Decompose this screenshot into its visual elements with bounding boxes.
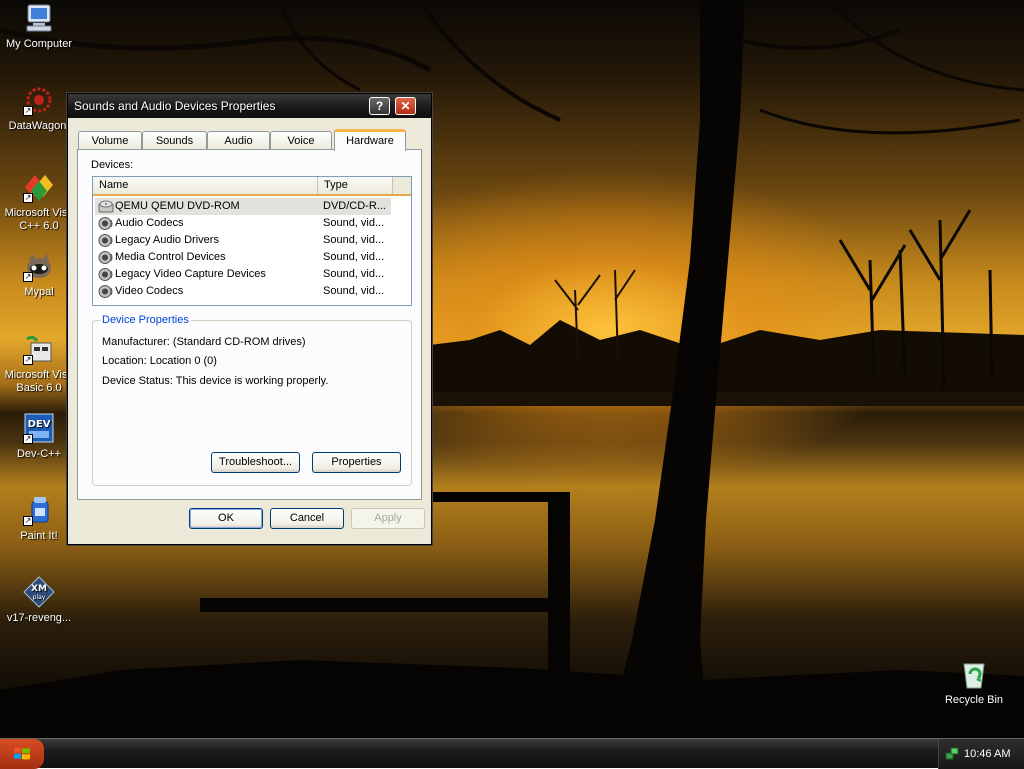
dialog-title: Sounds and Audio Devices Properties: [74, 99, 276, 113]
shortcut-arrow-icon: ↗: [23, 355, 33, 365]
svg-text:play: play: [33, 594, 46, 601]
dialog-title-bar[interactable]: Sounds and Audio Devices Properties ? ✕: [68, 94, 431, 118]
column-header-name[interactable]: Name: [93, 177, 318, 194]
clock[interactable]: 10:46 AM: [964, 739, 1010, 769]
device-status-text: Device Status: This device is working pr…: [102, 375, 329, 387]
svg-text:DEV: DEV: [28, 419, 51, 430]
troubleshoot-button[interactable]: Troubleshoot...: [211, 452, 300, 473]
device-name: Video Codecs: [115, 285, 184, 297]
desktop-icon-my-computer[interactable]: My Computer: [0, 2, 78, 51]
taskbar: 10:46 AM: [0, 738, 1024, 769]
desktop-icon-label: My Computer: [5, 38, 73, 50]
desktop-icon-label: Recycle Bin: [944, 694, 1004, 706]
start-button[interactable]: [0, 739, 44, 769]
desktop-icon-label: DataWagon.: [8, 120, 70, 132]
hardware-tab-panel: Devices: Name Type QEMU QEMU DVD-ROM DVD…: [77, 149, 422, 500]
system-tray: 10:46 AM: [938, 739, 1024, 769]
device-name: Legacy Audio Drivers: [115, 234, 219, 246]
device-name: Media Control Devices: [115, 251, 226, 263]
tab-volume[interactable]: Volume: [78, 131, 142, 150]
properties-button[interactable]: Properties: [312, 452, 401, 473]
svg-text:XM: XM: [31, 584, 47, 594]
devices-list-header: Name Type: [93, 177, 411, 196]
shortcut-arrow-icon: ↗: [23, 272, 33, 282]
speaker-icon: [98, 250, 114, 265]
paint-it-icon: ↗: [23, 494, 55, 526]
device-row-audio-codecs[interactable]: Audio Codecs Sound, vid...: [95, 215, 391, 232]
speaker-icon: [98, 267, 114, 282]
column-header-type[interactable]: Type: [318, 177, 393, 194]
tab-hardware[interactable]: Hardware: [334, 129, 406, 151]
device-row-dvd-rom[interactable]: QEMU QEMU DVD-ROM DVD/CD-R...: [95, 198, 391, 215]
mypal-icon: ↗: [23, 250, 55, 282]
tab-audio[interactable]: Audio: [207, 131, 270, 150]
apply-button[interactable]: Apply: [351, 508, 425, 529]
datawagon-icon: ↗: [23, 84, 55, 116]
shortcut-arrow-icon: ↗: [23, 106, 33, 116]
network-tray-icon[interactable]: [945, 747, 959, 761]
manufacturer-text: Manufacturer: (Standard CD-ROM drives): [102, 336, 306, 348]
dvd-drive-icon: [98, 199, 114, 214]
visual-basic-icon: ↗: [23, 333, 55, 365]
device-name: QEMU QEMU DVD-ROM: [115, 200, 240, 212]
shortcut-arrow-icon: ↗: [23, 193, 33, 203]
my-computer-icon: [23, 2, 55, 34]
recycle-bin-icon: [958, 658, 990, 690]
desktop-icon-label: Dev-C++: [16, 448, 62, 460]
device-properties-title: Device Properties: [100, 314, 191, 326]
desktop-icon-label: v17-reveng...: [6, 612, 72, 624]
device-name: Legacy Video Capture Devices: [115, 268, 266, 280]
dev-cpp-icon: DEV ↗: [23, 412, 55, 444]
shortcut-arrow-icon: ↗: [23, 434, 33, 444]
speaker-icon: [98, 216, 114, 231]
device-type: Sound, vid...: [323, 268, 385, 280]
cancel-button[interactable]: Cancel: [270, 508, 344, 529]
shortcut-arrow-icon: ↗: [23, 516, 33, 526]
tab-voice[interactable]: Voice: [270, 131, 332, 150]
device-type: Sound, vid...: [323, 285, 385, 297]
device-properties-group: Device Properties Manufacturer: (Standar…: [92, 314, 412, 486]
devices-list[interactable]: Name Type QEMU QEMU DVD-ROM DVD/CD-R... …: [92, 176, 412, 306]
speaker-icon: [98, 284, 114, 299]
visual-cpp-icon: ↗: [23, 171, 55, 203]
desktop-icon-label: Paint It!: [20, 530, 58, 542]
xmplay-icon: XM play: [23, 576, 55, 608]
device-type: DVD/CD-R...: [323, 200, 386, 212]
devices-label: Devices:: [91, 159, 134, 171]
desktop-icon-label: Microsoft Visu Basic 6.0: [4, 369, 74, 394]
ok-button[interactable]: OK: [189, 508, 263, 529]
close-button[interactable]: ✕: [395, 97, 416, 115]
windows-logo-icon: [14, 747, 30, 760]
desktop-icon-label: Microsoft Visu C++ 6.0: [4, 207, 74, 232]
desktop-icon-xmplay[interactable]: XM play v17-reveng...: [0, 576, 78, 625]
speaker-icon: [98, 233, 114, 248]
device-type: Sound, vid...: [323, 251, 385, 263]
desktop-icon-label: Mypal: [24, 286, 54, 298]
device-name: Audio Codecs: [115, 217, 184, 229]
device-type: Sound, vid...: [323, 234, 385, 246]
device-row-video-codecs[interactable]: Video Codecs Sound, vid...: [95, 283, 391, 300]
dialog-client-area: Volume Sounds Audio Voice Hardware Devic…: [71, 118, 428, 543]
device-row-media-control-devices[interactable]: Media Control Devices Sound, vid...: [95, 249, 391, 266]
desktop-icon-recycle-bin[interactable]: Recycle Bin: [935, 658, 1013, 707]
help-button[interactable]: ?: [369, 97, 390, 115]
device-row-legacy-video-capture[interactable]: Legacy Video Capture Devices Sound, vid.…: [95, 266, 391, 283]
sounds-audio-properties-dialog: Sounds and Audio Devices Properties ? ✕ …: [67, 93, 432, 545]
location-text: Location: Location 0 (0): [102, 355, 217, 367]
device-row-legacy-audio-drivers[interactable]: Legacy Audio Drivers Sound, vid...: [95, 232, 391, 249]
device-type: Sound, vid...: [323, 217, 385, 229]
tab-sounds[interactable]: Sounds: [142, 131, 207, 150]
